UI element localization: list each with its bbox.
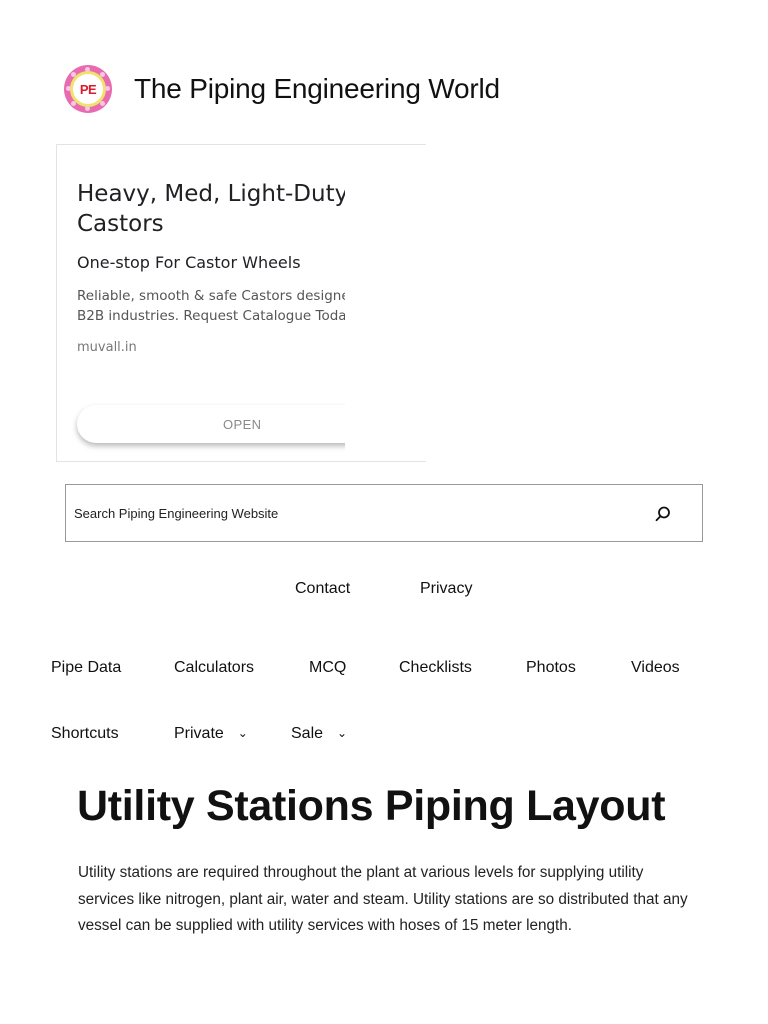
- nav-link-pipe-data[interactable]: Pipe Data: [51, 659, 121, 677]
- chevron-down-icon[interactable]: ⌄: [337, 726, 347, 740]
- nav-link-private[interactable]: Private: [174, 725, 224, 742]
- ad-subheadline: One-stop For Castor Wheels: [77, 253, 301, 272]
- site-header: PE The Piping Engineering World: [64, 64, 500, 114]
- nav-link-calculators[interactable]: Calculators: [174, 659, 254, 677]
- logo-text: PE: [79, 81, 97, 97]
- article-intro: Utility stations are required throughout…: [78, 864, 688, 934]
- page-title: Utility Stations Piping Layout: [77, 782, 666, 830]
- site-logo[interactable]: PE: [64, 65, 112, 113]
- search-box: [65, 484, 703, 542]
- nav-link-privacy[interactable]: Privacy: [420, 580, 472, 598]
- search-input[interactable]: [74, 505, 634, 521]
- nav-link-contact[interactable]: Contact: [295, 580, 350, 598]
- chevron-down-icon[interactable]: ⌄: [238, 726, 248, 740]
- nav-link-shortcuts[interactable]: Shortcuts: [51, 725, 119, 743]
- ad-headline[interactable]: Heavy, Med, Light-Duty Castors: [77, 179, 367, 239]
- nav-link-checklists[interactable]: Checklists: [399, 659, 472, 677]
- ad-description: Reliable, smooth & safe Castors designed…: [77, 286, 345, 326]
- nav-link-mcq[interactable]: MCQ: [309, 659, 346, 677]
- site-title[interactable]: The Piping Engineering World: [134, 73, 500, 105]
- ad-description-line: B2B industries. Request Catalogue Today: [77, 308, 345, 324]
- ad-banner[interactable]: i ✕ Heavy, Med, Light-Duty Castors One-s…: [56, 144, 426, 462]
- nav-link-videos[interactable]: Videos: [631, 659, 680, 677]
- nav-item-sale[interactable]: Sale ⌄: [291, 725, 347, 743]
- search-icon[interactable]: [654, 505, 672, 523]
- ad-clip-area: [345, 145, 426, 461]
- nav-item-private[interactable]: Private ⌄: [174, 725, 248, 743]
- nav-link-photos[interactable]: Photos: [526, 659, 576, 677]
- ad-domain: muvall.in: [77, 340, 137, 355]
- nav-link-sale[interactable]: Sale: [291, 725, 323, 742]
- ad-description-line: Reliable, smooth & safe Castors designed…: [77, 288, 345, 304]
